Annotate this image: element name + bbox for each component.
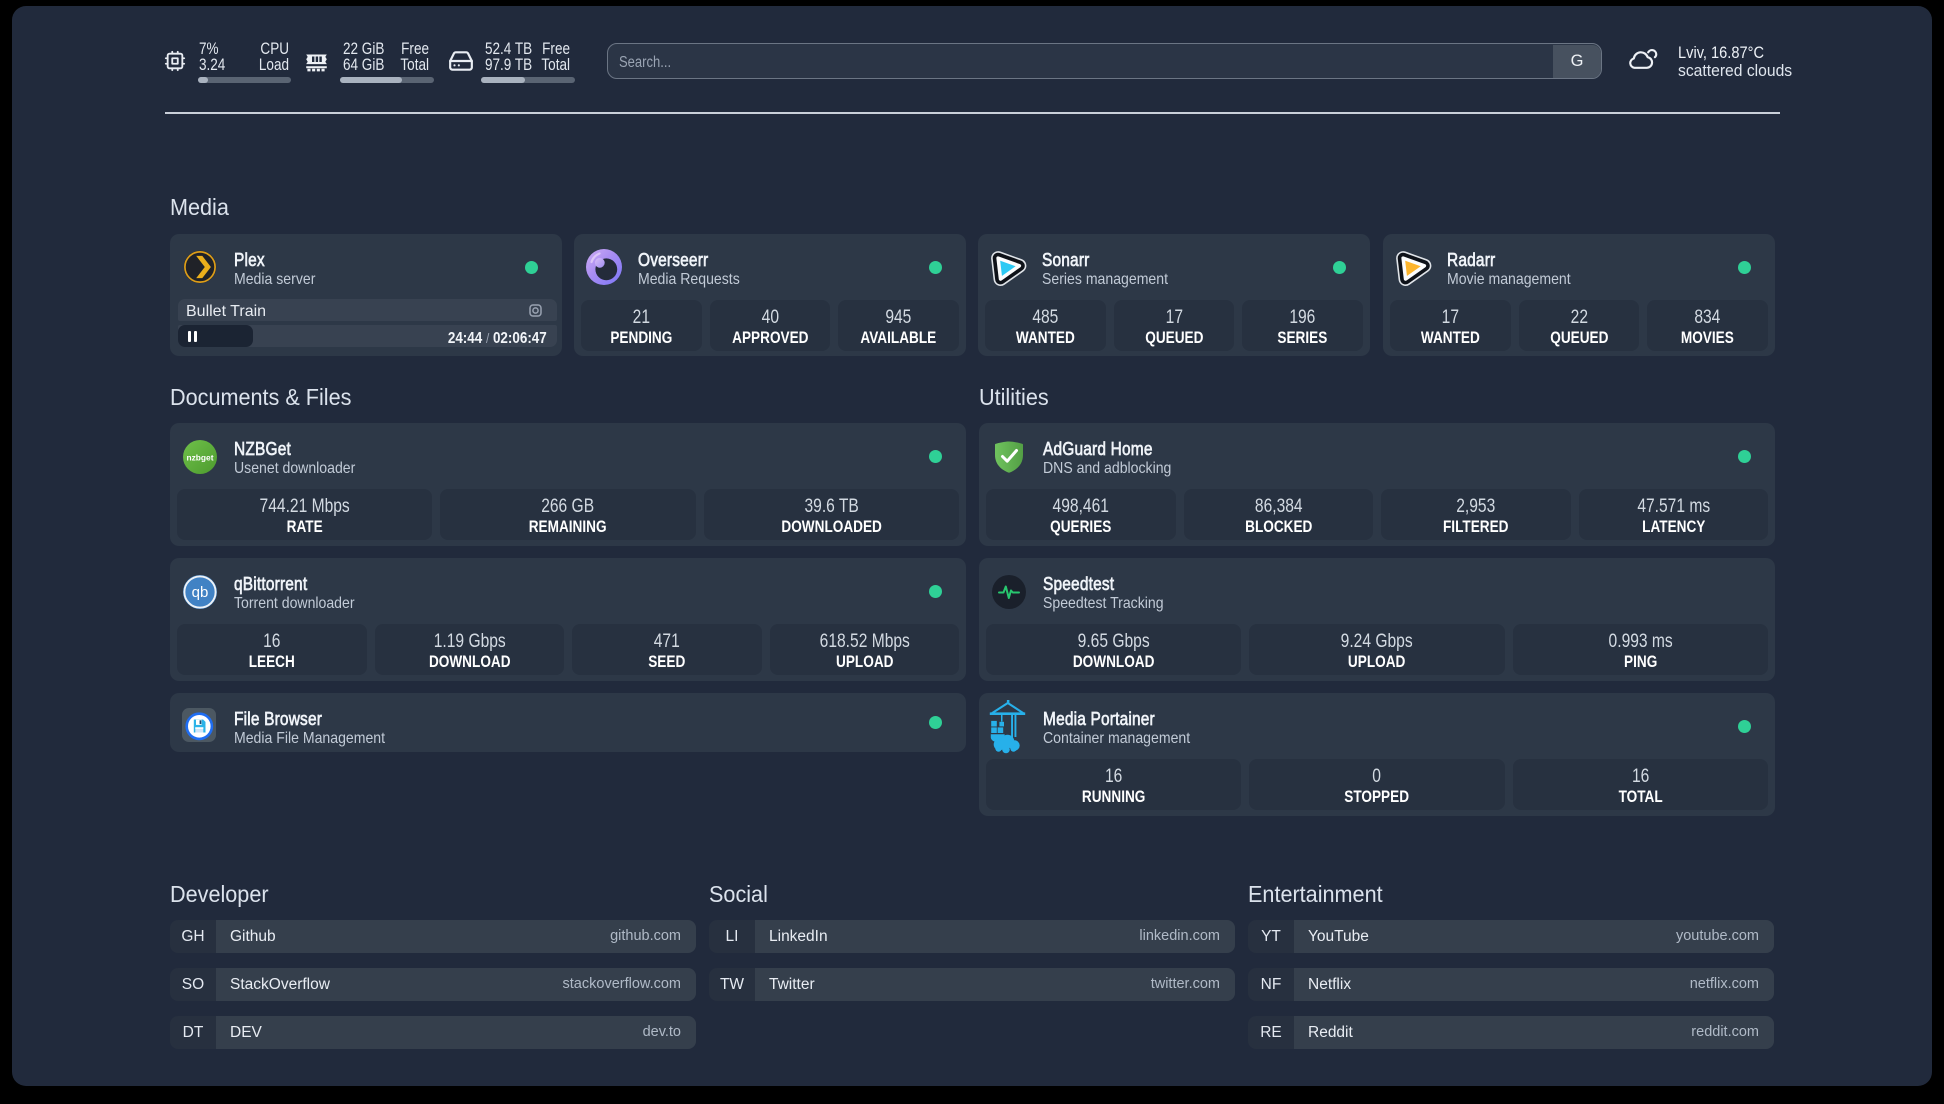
svg-text:nzbget: nzbget bbox=[187, 452, 214, 462]
svg-text:qb: qb bbox=[192, 584, 209, 601]
